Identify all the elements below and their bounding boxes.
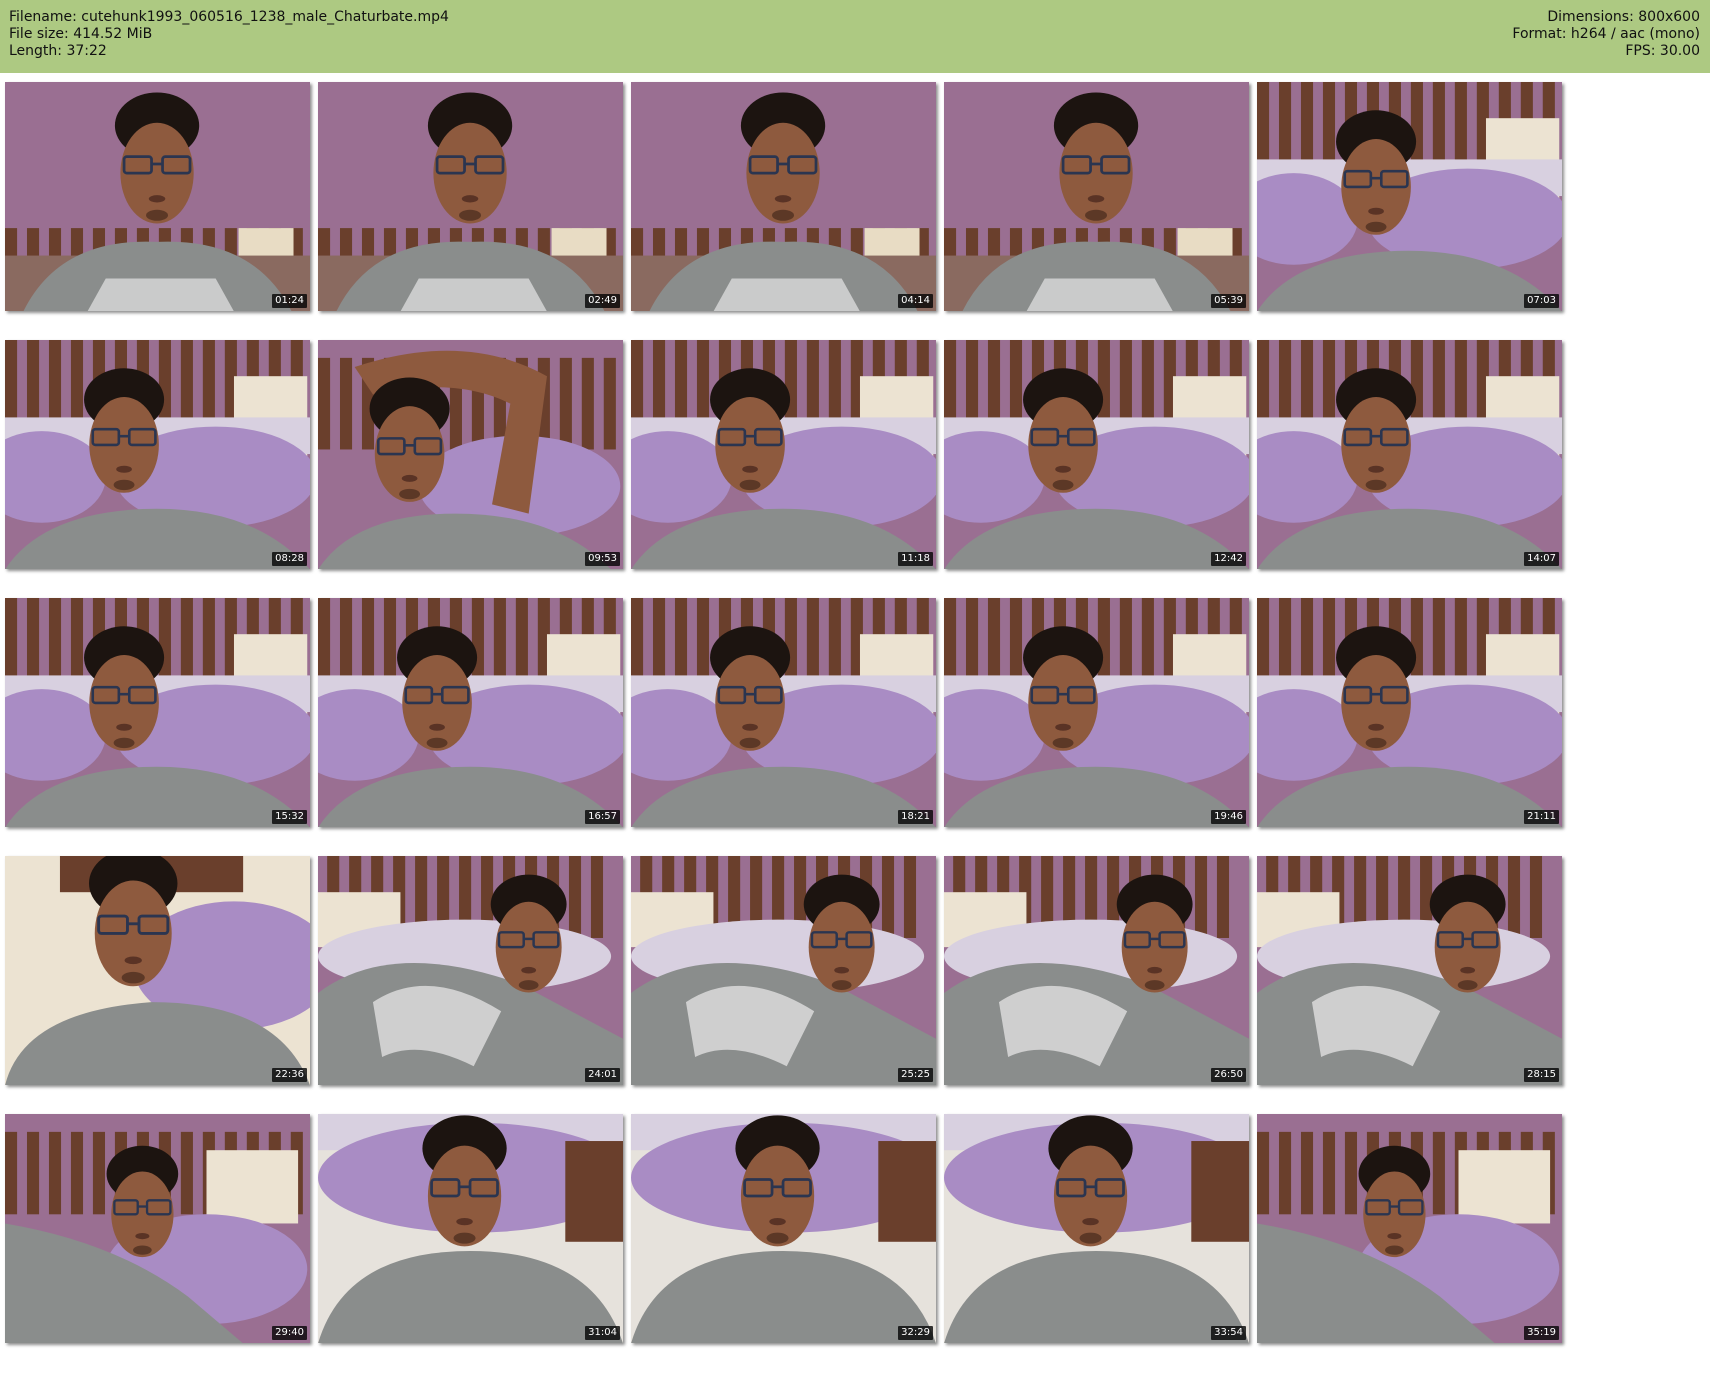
timestamp-label: 12:42	[1211, 552, 1246, 566]
length-text: Length: 37:22	[9, 43, 107, 59]
video-thumbnail: 02:49	[318, 82, 623, 311]
thumbnail-frame-image	[318, 856, 623, 1085]
video-thumbnail: 31:04	[318, 1114, 623, 1343]
thumbnail-frame-image	[631, 82, 936, 311]
timestamp-label: 35:19	[1524, 1326, 1559, 1340]
timestamp-label: 05:39	[1211, 294, 1246, 308]
thumbnail-frame-image	[944, 82, 1249, 311]
timestamp-label: 33:54	[1211, 1326, 1246, 1340]
timestamp-label: 18:21	[898, 810, 933, 824]
thumbnail-frame-image	[631, 340, 936, 569]
timestamp-label: 21:11	[1524, 810, 1559, 824]
file-info-right: Dimensions: 800x600 Format: h264 / aac (…	[1512, 9, 1700, 60]
video-thumbnail: 08:28	[5, 340, 310, 569]
video-thumbnail: 01:24	[5, 82, 310, 311]
video-thumbnail: 22:36	[5, 856, 310, 1085]
video-thumbnail: 05:39	[944, 82, 1249, 311]
timestamp-label: 25:25	[898, 1068, 933, 1082]
timestamp-label: 26:50	[1211, 1068, 1246, 1082]
timestamp-label: 16:57	[585, 810, 620, 824]
fps-text: FPS: 30.00	[1625, 43, 1700, 59]
video-thumbnail: 21:11	[1257, 598, 1562, 827]
timestamp-label: 28:15	[1524, 1068, 1559, 1082]
dimensions-text: Dimensions: 800x600	[1547, 9, 1700, 25]
video-thumbnail: 25:25	[631, 856, 936, 1085]
thumbnail-frame-image	[318, 340, 623, 569]
video-thumbnail: 29:40	[5, 1114, 310, 1343]
timestamp-label: 29:40	[272, 1326, 307, 1340]
filesize-text: File size: 414.52 MiB	[9, 26, 153, 42]
timestamp-label: 31:04	[585, 1326, 620, 1340]
timestamp-label: 32:29	[898, 1326, 933, 1340]
format-text: Format: h264 / aac (mono)	[1512, 26, 1700, 42]
timestamp-label: 02:49	[585, 294, 620, 308]
thumbnail-frame-image	[5, 82, 310, 311]
video-thumbnail: 14:07	[1257, 340, 1562, 569]
thumbnail-frame-image	[631, 1114, 936, 1343]
thumbnail-frame-image	[631, 856, 936, 1085]
filename-text: Filename: cutehunk1993_060516_1238_male_…	[9, 9, 449, 25]
video-thumbnail: 15:32	[5, 598, 310, 827]
video-thumbnail: 18:21	[631, 598, 936, 827]
thumbnail-grid: 01:24 02:49 04:14 05:39 07:03 08:28 09:5…	[5, 82, 1705, 1368]
video-thumbnail: 19:46	[944, 598, 1249, 827]
thumbnail-frame-image	[1257, 598, 1562, 827]
thumbnail-frame-image	[1257, 1114, 1562, 1343]
timestamp-label: 09:53	[585, 552, 620, 566]
video-thumbnail: 28:15	[1257, 856, 1562, 1085]
thumbnail-frame-image	[631, 598, 936, 827]
thumbnail-frame-image	[5, 340, 310, 569]
timestamp-label: 24:01	[585, 1068, 620, 1082]
info-header: Filename: cutehunk1993_060516_1238_male_…	[0, 0, 1710, 73]
thumbnail-frame-image	[318, 598, 623, 827]
video-thumbnail: 32:29	[631, 1114, 936, 1343]
timestamp-label: 15:32	[272, 810, 307, 824]
thumbnail-frame-image	[318, 1114, 623, 1343]
timestamp-label: 19:46	[1211, 810, 1246, 824]
video-thumbnail: 09:53	[318, 340, 623, 569]
video-thumbnail: 33:54	[944, 1114, 1249, 1343]
thumbnail-frame-image	[944, 340, 1249, 569]
thumbnail-frame-image	[1257, 82, 1562, 311]
thumbnail-frame-image	[944, 598, 1249, 827]
thumbnail-frame-image	[318, 82, 623, 311]
video-thumbnail: 24:01	[318, 856, 623, 1085]
video-thumbnail: 35:19	[1257, 1114, 1562, 1343]
video-thumbnail: 16:57	[318, 598, 623, 827]
timestamp-label: 14:07	[1524, 552, 1559, 566]
thumbnail-frame-image	[1257, 340, 1562, 569]
video-thumbnail: 04:14	[631, 82, 936, 311]
timestamp-label: 04:14	[898, 294, 933, 308]
thumbnail-frame-image	[1257, 856, 1562, 1085]
timestamp-label: 11:18	[898, 552, 933, 566]
thumbnail-frame-image	[5, 1114, 310, 1343]
thumbnail-frame-image	[5, 598, 310, 827]
timestamp-label: 08:28	[272, 552, 307, 566]
thumbnail-frame-image	[944, 856, 1249, 1085]
video-thumbnail: 12:42	[944, 340, 1249, 569]
video-thumbnail: 26:50	[944, 856, 1249, 1085]
timestamp-label: 01:24	[272, 294, 307, 308]
thumbnail-frame-image	[5, 856, 310, 1085]
timestamp-label: 22:36	[272, 1068, 307, 1082]
video-thumbnail: 07:03	[1257, 82, 1562, 311]
video-thumbnail: 11:18	[631, 340, 936, 569]
thumbnail-frame-image	[944, 1114, 1249, 1343]
file-info-left: Filename: cutehunk1993_060516_1238_male_…	[9, 9, 449, 60]
timestamp-label: 07:03	[1524, 294, 1559, 308]
